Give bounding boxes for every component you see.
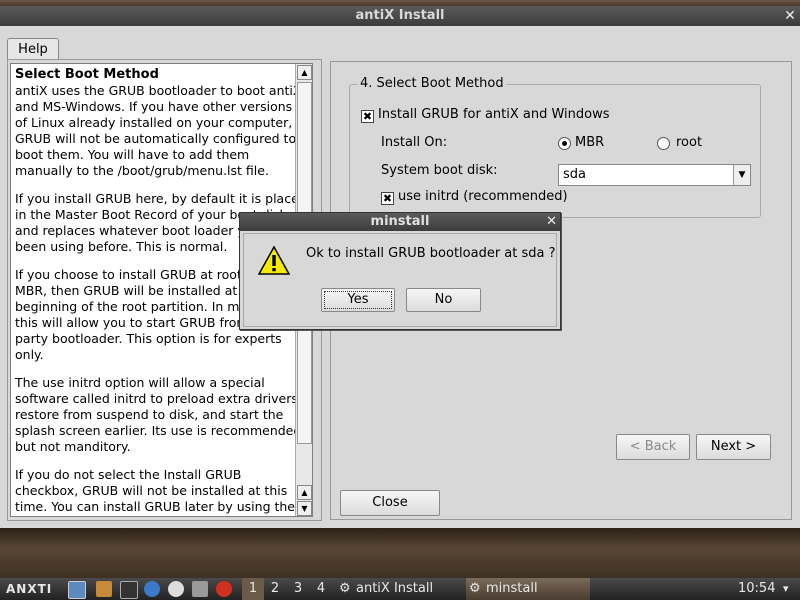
close-button[interactable]: Close bbox=[340, 490, 440, 516]
workspace-1[interactable]: 1 bbox=[242, 578, 264, 600]
scroll-down-icon[interactable]: ▼ bbox=[297, 501, 312, 516]
globe-icon[interactable] bbox=[144, 581, 160, 597]
power-icon[interactable] bbox=[216, 581, 232, 597]
help-paragraph-5: If you do not select the Install GRUB ch… bbox=[15, 467, 295, 514]
help-heading: Select Boot Method bbox=[15, 67, 159, 82]
scroll-up-icon-lower[interactable]: ▲ bbox=[297, 485, 312, 500]
mbr-label: MBR bbox=[575, 135, 605, 150]
workspace-2[interactable]: 2 bbox=[264, 578, 286, 600]
folder-icon[interactable] bbox=[96, 581, 112, 597]
root-label: root bbox=[676, 135, 703, 150]
window-title: antiX Install bbox=[355, 8, 445, 23]
monitor-icon[interactable] bbox=[68, 581, 86, 599]
gear-icon-minstall: ⚙ bbox=[469, 581, 481, 596]
confirm-dialog: minstall ✕ Ok to install GRUB bootloader… bbox=[239, 212, 561, 330]
chevron-down-icon[interactable]: ▼ bbox=[733, 165, 750, 185]
back-button[interactable]: < Back bbox=[616, 434, 690, 460]
terminal-icon[interactable] bbox=[120, 581, 138, 599]
antix-logo[interactable]: ANXTI bbox=[6, 578, 52, 600]
task-minstall-label: minstall bbox=[486, 581, 538, 596]
task-antix-install[interactable]: ⚙ antiX Install bbox=[336, 578, 480, 600]
dialog-body: Ok to install GRUB bootloader at sda ? Y… bbox=[243, 233, 557, 327]
boot-method-group: 4. Select Boot Method ✖ Install GRUB for… bbox=[349, 76, 761, 218]
install-on-label: Install On: bbox=[381, 135, 448, 150]
root-radio[interactable] bbox=[657, 137, 670, 150]
install-grub-checkbox[interactable]: ✖ bbox=[361, 110, 374, 123]
taskbar: ANXTI 1 2 3 4 ⚙ antiX Install ⚙ minstall… bbox=[0, 578, 800, 600]
gear-icon: ⚙ bbox=[339, 581, 351, 596]
task-minstall[interactable]: ⚙ minstall bbox=[466, 578, 590, 600]
next-button[interactable]: Next > bbox=[696, 434, 771, 460]
yes-button[interactable]: Yes bbox=[321, 288, 395, 312]
scroll-up-icon[interactable]: ▲ bbox=[297, 65, 312, 80]
dialog-message: Ok to install GRUB bootloader at sda ? bbox=[306, 246, 556, 261]
system-boot-disk-value: sda bbox=[563, 167, 586, 182]
window-titlebar[interactable]: antiX Install ✕ bbox=[0, 6, 800, 26]
system-boot-disk-label: System boot disk: bbox=[381, 163, 498, 178]
workspace-3[interactable]: 3 bbox=[287, 578, 309, 600]
workspace-4[interactable]: 4 bbox=[310, 578, 332, 600]
tools-icon[interactable] bbox=[192, 581, 208, 597]
warning-icon bbox=[258, 245, 290, 275]
install-grub-label: Install GRUB for antiX and Windows bbox=[378, 107, 610, 122]
chevron-down-icon-tray[interactable]: ▾ bbox=[783, 578, 789, 600]
window-close-icon[interactable]: ✕ bbox=[782, 6, 798, 26]
help-paragraph-4: The use initrd option will allow a speci… bbox=[15, 375, 306, 454]
clock: 10:54 bbox=[738, 581, 776, 596]
dialog-title: minstall bbox=[370, 214, 430, 229]
tab-help[interactable]: Help bbox=[7, 38, 59, 61]
group-title: 4. Select Boot Method bbox=[358, 76, 506, 91]
disk-icon[interactable] bbox=[168, 581, 184, 597]
use-initrd-label: use initrd (recommended) bbox=[398, 189, 568, 204]
desktop-bottom bbox=[0, 528, 800, 578]
dialog-close-icon[interactable]: ✕ bbox=[546, 213, 557, 231]
task-antix-install-label: antiX Install bbox=[356, 581, 434, 596]
dialog-titlebar[interactable]: minstall ✕ bbox=[240, 213, 560, 231]
system-boot-disk-select[interactable]: sda ▼ bbox=[558, 164, 751, 186]
mbr-radio[interactable] bbox=[558, 137, 571, 150]
no-button[interactable]: No bbox=[406, 288, 481, 312]
help-paragraph-1: antiX uses the GRUB bootloader to boot a… bbox=[15, 83, 302, 178]
use-initrd-checkbox[interactable]: ✖ bbox=[381, 192, 394, 205]
